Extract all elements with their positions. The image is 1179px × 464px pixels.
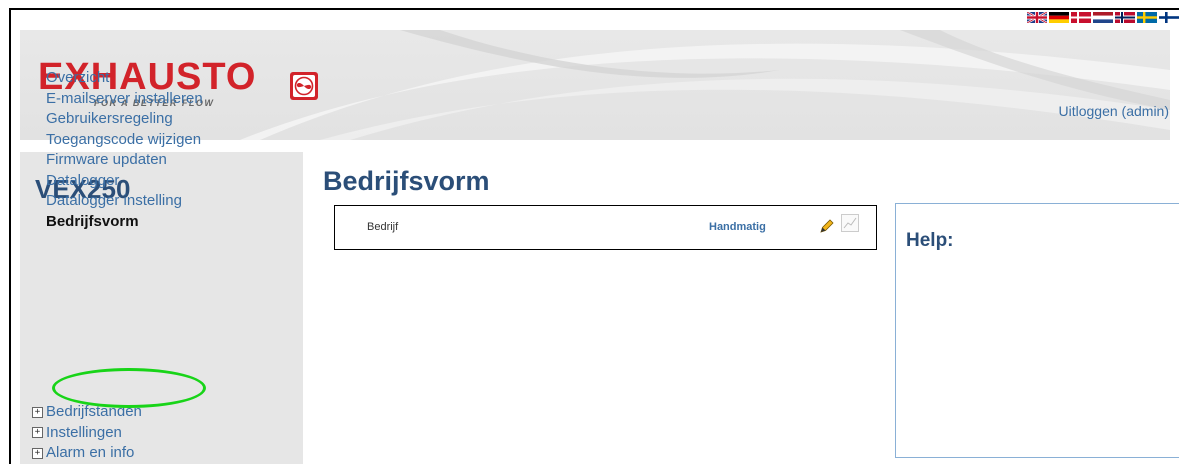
fan-logo-icon: [290, 72, 318, 100]
sidebar-item-toegangscode[interactable]: Toegangscode wijzigen: [46, 130, 203, 151]
sidebar-group-label: Bedrijfstanden: [46, 403, 142, 420]
sidebar-group-instellingen[interactable]: + Instellingen: [32, 423, 142, 444]
sidebar-nav: Overzicht E-mailserver installeren Gebru…: [46, 68, 203, 232]
no-flag-icon[interactable]: [1115, 12, 1135, 23]
logout-link[interactable]: Uitloggen (admin): [1059, 103, 1170, 119]
sidebar-group-label: Instellingen: [46, 423, 122, 441]
sidebar-item-datalogger[interactable]: Datalogger: [46, 171, 203, 192]
language-flags: [1027, 12, 1179, 23]
sidebar-item-bedrijfsvorm[interactable]: Bedrijfsvorm: [46, 212, 203, 233]
expand-icon[interactable]: +: [32, 427, 43, 439]
sidebar-group-alarm[interactable]: + Alarm en info: [32, 443, 142, 464]
page-title: Bedrijfsvorm: [323, 166, 490, 196]
mode-value-link[interactable]: Handmatig: [709, 221, 766, 233]
pencil-icon[interactable]: [819, 218, 835, 234]
sidebar-group-bedrijfstanden[interactable]: + Bedrijfstanden: [32, 402, 142, 423]
sidebar-item-datalogger-instelling[interactable]: Datalogger instelling: [46, 191, 203, 212]
chart-icon[interactable]: [841, 214, 859, 232]
nl-flag-icon[interactable]: [1093, 12, 1113, 23]
help-title: Help:: [906, 230, 954, 251]
help-panel: Help:: [895, 203, 1179, 458]
expand-icon[interactable]: +: [32, 447, 43, 459]
field-label: Bedrijf: [367, 221, 399, 233]
expand-icon[interactable]: +: [32, 406, 43, 418]
sidebar-item-overzicht[interactable]: Overzicht: [46, 68, 203, 89]
sidebar-item-firmware[interactable]: Firmware updaten: [46, 150, 203, 171]
se-flag-icon[interactable]: [1137, 12, 1157, 23]
sidebar-group-label: Alarm en info: [46, 444, 135, 461]
sidebar-groups: + Bedrijfstanden + Instellingen + Alarm …: [32, 402, 142, 464]
de-flag-icon[interactable]: [1049, 12, 1069, 23]
fi-flag-icon[interactable]: [1159, 12, 1179, 23]
dk-flag-icon[interactable]: [1071, 12, 1091, 23]
sidebar-item-e-mailserver[interactable]: E-mailserver installeren: [46, 89, 203, 110]
sidebar-item-gebruikersregeling[interactable]: Gebruikersregeling: [46, 109, 203, 130]
operation-mode-panel: Bedrijf Handmatig: [334, 205, 877, 250]
uk-flag-icon[interactable]: [1027, 12, 1047, 23]
